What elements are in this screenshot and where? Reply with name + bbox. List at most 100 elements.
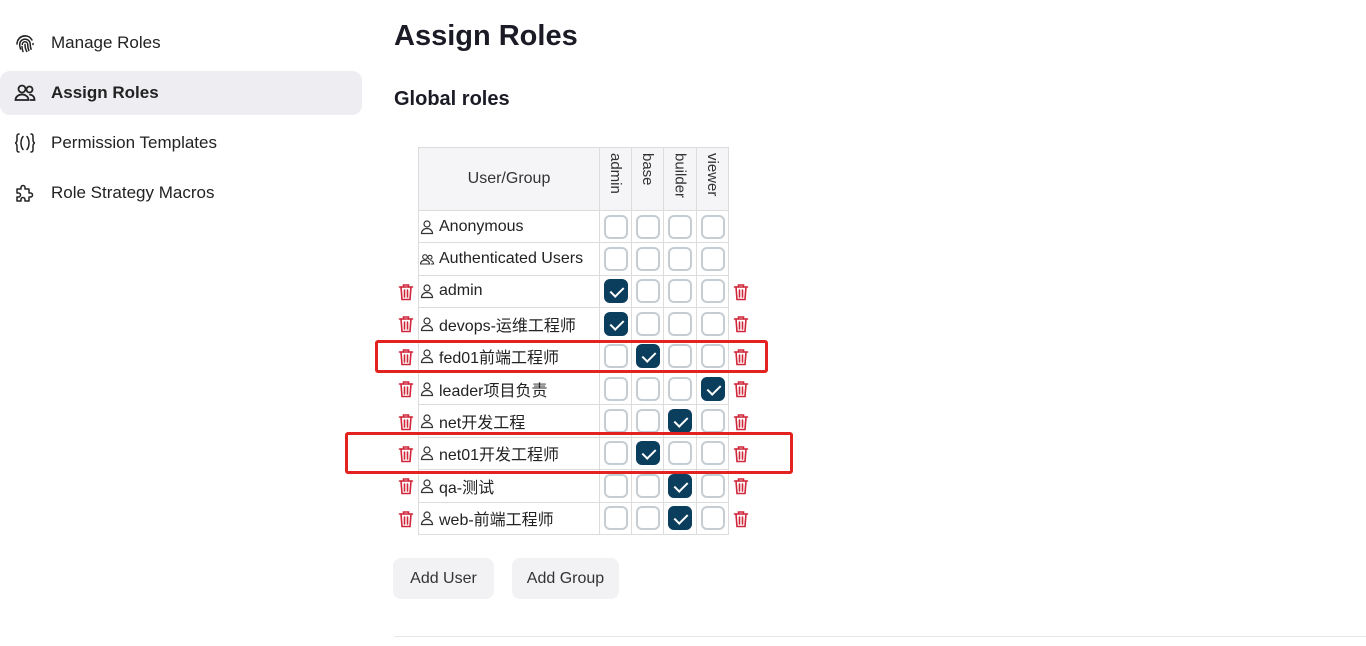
table-row: web-前端工程师 — [418, 501, 729, 535]
delete-right-icon[interactable] — [733, 315, 749, 333]
role-checkbox-builder[interactable] — [668, 441, 692, 466]
role-cell — [631, 209, 664, 244]
user-icon — [419, 381, 435, 397]
role-cell — [663, 501, 697, 535]
role-checkbox-builder[interactable] — [668, 214, 692, 239]
role-cell — [599, 242, 632, 276]
table-row: net01开发工程师 — [418, 436, 729, 471]
role-checkbox-base[interactable] — [635, 247, 660, 272]
role-checkbox-admin[interactable] — [603, 376, 628, 401]
role-cell — [631, 371, 664, 406]
user-icon — [419, 316, 435, 332]
role-checkbox-builder[interactable] — [668, 344, 692, 369]
table-row: Anonymous — [418, 209, 729, 244]
user-group-header: User/Group — [418, 147, 600, 211]
role-checkbox-admin[interactable] — [603, 279, 628, 304]
delete-left-icon[interactable] — [398, 380, 414, 398]
delete-left-icon[interactable] — [398, 413, 414, 431]
role-checkbox-admin[interactable] — [603, 473, 628, 498]
delete-right-icon[interactable] — [733, 413, 749, 431]
user-name: net开发工程 — [439, 415, 526, 433]
role-header: base — [631, 147, 664, 211]
role-checkbox-admin[interactable] — [603, 344, 628, 369]
role-checkbox-builder[interactable] — [668, 376, 692, 401]
user-name-cell: leader项目负责 — [418, 371, 600, 406]
delete-right-icon[interactable] — [733, 510, 749, 528]
users-icon — [12, 80, 38, 106]
role-checkbox-builder[interactable] — [668, 473, 692, 498]
role-checkbox-base[interactable] — [635, 376, 660, 401]
delete-right-icon[interactable] — [733, 477, 749, 495]
role-checkbox-base[interactable] — [635, 473, 660, 498]
add-group-button[interactable]: Add Group — [512, 558, 619, 599]
delete-right-icon[interactable] — [733, 380, 749, 398]
role-cell — [663, 371, 697, 406]
role-checkbox-viewer[interactable] — [700, 344, 725, 369]
delete-right-icon[interactable] — [733, 445, 749, 463]
role-checkbox-viewer[interactable] — [700, 473, 725, 498]
delete-left-icon[interactable] — [398, 348, 414, 366]
role-checkbox-viewer[interactable] — [700, 409, 725, 434]
table-row: qa-测试 — [418, 469, 729, 503]
user-icon — [419, 413, 435, 429]
role-checkbox-viewer[interactable] — [700, 376, 725, 401]
role-checkbox-base[interactable] — [635, 441, 660, 466]
delete-left-icon[interactable] — [398, 315, 414, 333]
role-checkbox-admin[interactable] — [603, 311, 628, 336]
sidebar-item-label: Manage Roles — [51, 33, 161, 52]
role-cell — [663, 436, 697, 471]
role-cell — [696, 242, 729, 276]
role-cell — [663, 469, 697, 503]
role-checkbox-builder[interactable] — [668, 247, 692, 272]
role-checkbox-admin[interactable] — [603, 506, 628, 531]
delete-right-icon[interactable] — [733, 348, 749, 366]
user-name-cell: Anonymous — [418, 209, 600, 244]
role-cell — [663, 209, 697, 244]
sidebar-item-assign-roles[interactable]: Assign Roles — [0, 71, 362, 115]
sidebar-item-role-strategy-macros[interactable]: Role Strategy Macros — [0, 171, 362, 215]
role-checkbox-builder[interactable] — [668, 506, 692, 531]
user-name: net01开发工程师 — [439, 447, 560, 465]
user-icon — [419, 348, 435, 364]
role-cell — [631, 469, 664, 503]
table-header-row: User/Group admin base builder viewer — [418, 147, 729, 211]
role-checkbox-base[interactable] — [635, 214, 660, 239]
role-checkbox-builder[interactable] — [668, 279, 692, 304]
sidebar-item-permission-templates[interactable]: Permission Templates — [0, 121, 362, 165]
role-checkbox-viewer[interactable] — [700, 441, 725, 466]
user-icon — [419, 445, 435, 461]
user-name: admin — [439, 282, 483, 300]
delete-left-icon[interactable] — [398, 510, 414, 528]
role-checkbox-builder[interactable] — [668, 311, 692, 336]
role-checkbox-viewer[interactable] — [700, 279, 725, 304]
role-cell — [599, 371, 632, 406]
table-row: admin — [418, 274, 729, 309]
role-checkbox-base[interactable] — [635, 409, 660, 434]
role-checkbox-viewer[interactable] — [700, 247, 725, 272]
role-checkbox-admin[interactable] — [603, 409, 628, 434]
sidebar-item-label: Permission Templates — [51, 133, 217, 152]
role-checkbox-viewer[interactable] — [700, 311, 725, 336]
role-cell — [599, 404, 632, 438]
delete-right-icon[interactable] — [733, 283, 749, 301]
role-checkbox-viewer[interactable] — [700, 506, 725, 531]
add-user-button[interactable]: Add User — [393, 558, 494, 599]
user-name-cell: net01开发工程师 — [418, 436, 600, 471]
role-checkbox-base[interactable] — [635, 344, 660, 369]
role-checkbox-admin[interactable] — [603, 441, 628, 466]
user-name-cell: qa-测试 — [418, 469, 600, 503]
role-checkbox-builder[interactable] — [668, 409, 692, 434]
role-checkbox-admin[interactable] — [603, 247, 628, 272]
delete-left-icon[interactable] — [398, 477, 414, 495]
role-checkbox-viewer[interactable] — [700, 214, 725, 239]
role-checkbox-base[interactable] — [635, 311, 660, 336]
role-cell — [663, 307, 697, 341]
role-checkbox-base[interactable] — [635, 279, 660, 304]
sidebar-item-manage-roles[interactable]: Manage Roles — [0, 21, 362, 65]
role-checkbox-base[interactable] — [635, 506, 660, 531]
delete-left-icon[interactable] — [398, 445, 414, 463]
role-cell — [663, 274, 697, 309]
role-cell — [696, 307, 729, 341]
delete-left-icon[interactable] — [398, 283, 414, 301]
role-checkbox-admin[interactable] — [603, 214, 628, 239]
